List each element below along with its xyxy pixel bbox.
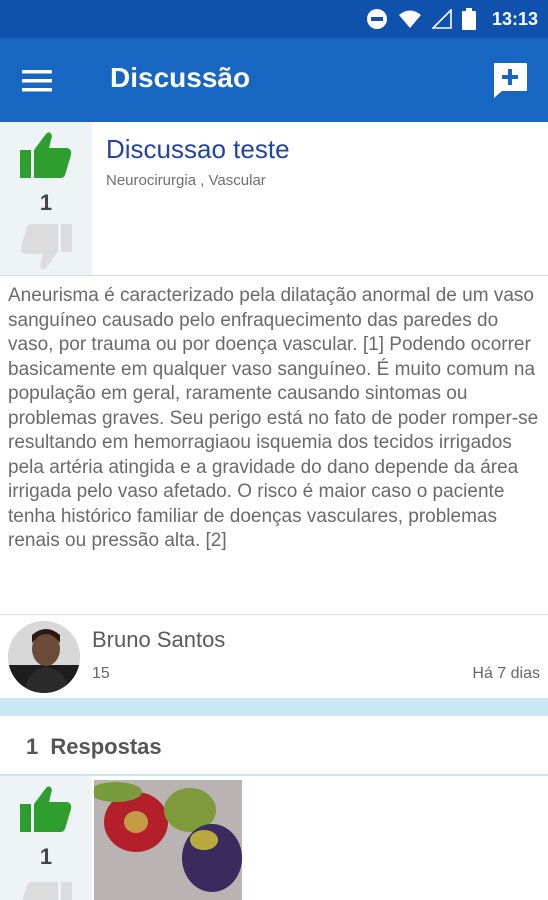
author-row: Bruno Santos 15 Há 7 dias bbox=[0, 614, 548, 698]
downvote-button[interactable] bbox=[18, 222, 74, 272]
signal-icon bbox=[431, 9, 452, 29]
author-name: Bruno Santos bbox=[92, 627, 226, 652]
reply-vote-count: 1 bbox=[39, 844, 53, 869]
upvote-button[interactable] bbox=[18, 130, 74, 180]
battery-icon bbox=[461, 8, 476, 30]
post-title: Discussao teste bbox=[106, 134, 290, 164]
post-body: Aneurisma é caracterizado pela dilatação… bbox=[8, 285, 539, 551]
thumbs-up-icon bbox=[20, 786, 72, 832]
reply-item: 1 bbox=[0, 776, 548, 900]
avatar[interactable] bbox=[8, 621, 80, 693]
status-time: 13:13 bbox=[491, 8, 538, 29]
status-bar: 13:13 bbox=[0, 0, 548, 38]
status-icons: 13:13 bbox=[366, 0, 538, 38]
section-divider bbox=[0, 698, 548, 716]
post-tags: Neurocirurgia , Vascular bbox=[106, 172, 266, 189]
thumbs-down-icon bbox=[22, 882, 72, 900]
reply-downvote-button[interactable] bbox=[18, 880, 74, 900]
author-count: 15 bbox=[92, 665, 110, 682]
page-title: Discussão bbox=[110, 62, 251, 93]
vote-panel: 1 bbox=[0, 122, 92, 275]
add-comment-icon bbox=[494, 63, 527, 98]
post-header: 1 Discussao teste Neurocirurgia , Vascul… bbox=[0, 122, 548, 276]
reply-image[interactable] bbox=[94, 780, 242, 900]
thumbs-down-icon bbox=[20, 224, 72, 270]
answers-title: 1 Respostas bbox=[26, 734, 162, 760]
reply-upvote-button[interactable] bbox=[18, 784, 74, 834]
menu-icon bbox=[22, 70, 52, 92]
app-bar: Discussão bbox=[0, 38, 548, 122]
answers-label: Respostas bbox=[50, 734, 162, 759]
wifi-icon bbox=[398, 10, 421, 28]
vote-count: 1 bbox=[39, 190, 53, 215]
menu-button[interactable] bbox=[20, 64, 64, 100]
profile-photo bbox=[8, 621, 80, 693]
reply-vote-panel: 1 bbox=[0, 776, 92, 900]
answers-count: 1 bbox=[26, 734, 39, 759]
answers-header: 1 Respostas bbox=[0, 716, 548, 776]
new-discussion-button[interactable] bbox=[490, 60, 530, 100]
thumbs-up-icon bbox=[20, 132, 72, 178]
do-not-disturb-icon bbox=[366, 9, 387, 29]
crochet-flowers-photo bbox=[94, 780, 242, 900]
post-timestamp: Há 7 dias bbox=[472, 665, 540, 682]
